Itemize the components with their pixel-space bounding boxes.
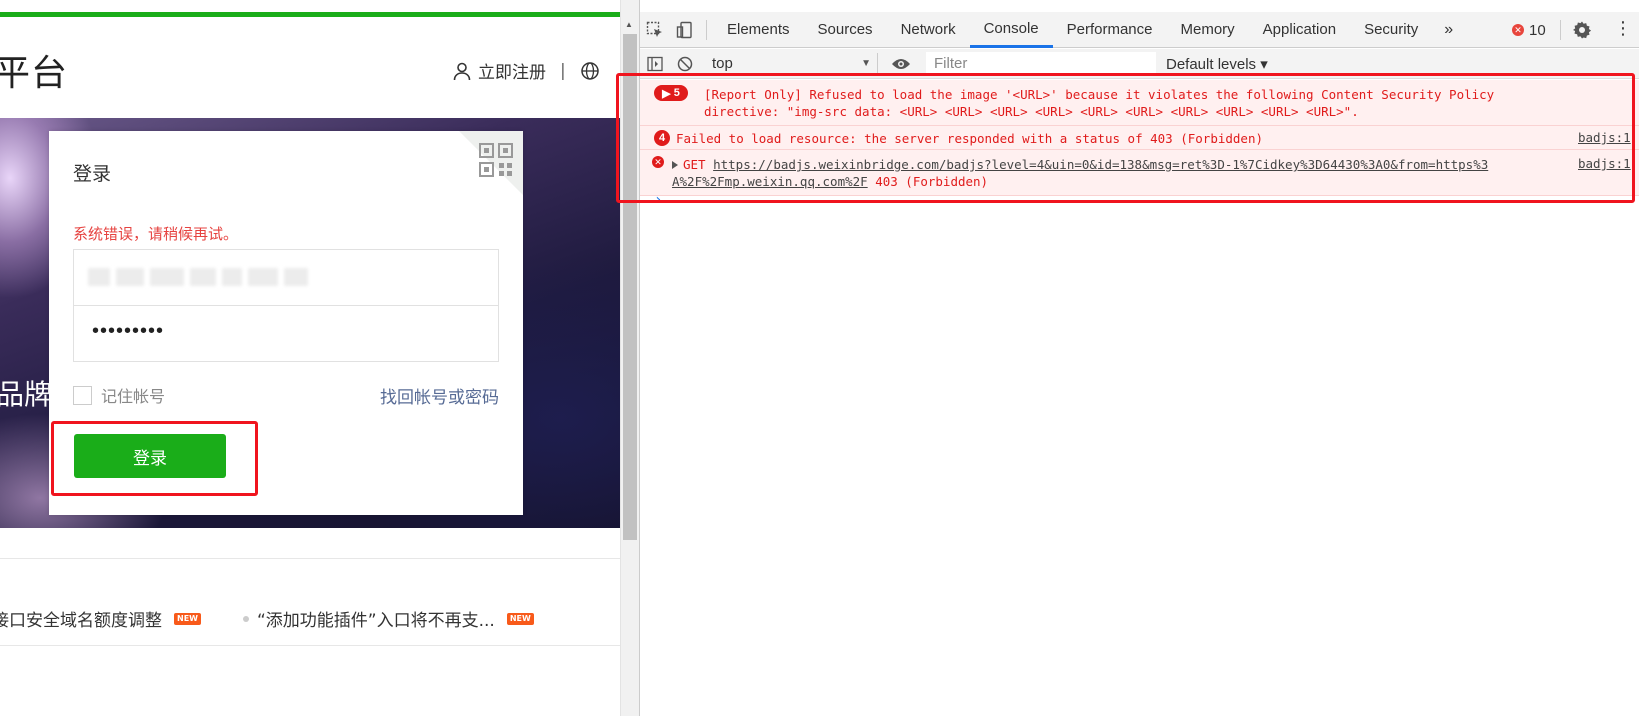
site-title: 平台 bbox=[0, 53, 69, 94]
login-title: 登录 bbox=[73, 163, 112, 185]
toolbar-separator bbox=[1560, 20, 1561, 40]
tab-performance[interactable]: Performance bbox=[1053, 12, 1167, 48]
web-page: 平台 立即注册 | 品牌 登录 系统错误，请稍候再试。 ••••••••• 记住… bbox=[0, 0, 620, 716]
bullet-dot bbox=[242, 615, 249, 622]
remember-account[interactable]: 记住帐号 bbox=[73, 383, 165, 407]
news-item[interactable]: 接口安全域名额度调整 NEW bbox=[0, 606, 201, 631]
login-error-message: 系统错误，请稍候再试。 bbox=[73, 225, 239, 243]
news-bar: 接口安全域名额度调整 NEW “添加功能插件”入口将不再支... NEW bbox=[0, 606, 534, 631]
news-item[interactable]: “添加功能插件”入口将不再支... NEW bbox=[257, 606, 534, 631]
error-counter[interactable]: ✕ 10 bbox=[1512, 12, 1546, 48]
globe-icon[interactable] bbox=[580, 61, 600, 81]
scroll-up-arrow-icon[interactable]: ▲ bbox=[625, 20, 633, 29]
error-count: 10 bbox=[1529, 21, 1546, 39]
news-item-text[interactable]: “添加功能插件”入口将不再支... bbox=[257, 606, 495, 631]
password-value: ••••••••• bbox=[92, 320, 165, 342]
error-icon: ✕ bbox=[1512, 24, 1524, 36]
highlight-box-login-button bbox=[51, 421, 258, 496]
inspect-element-icon[interactable] bbox=[640, 12, 670, 48]
divider bbox=[0, 645, 620, 646]
toolbar-separator bbox=[706, 19, 707, 40]
register-link[interactable]: 立即注册 bbox=[478, 58, 546, 83]
account-field[interactable] bbox=[73, 249, 499, 306]
new-badge: NEW bbox=[506, 612, 534, 625]
password-field[interactable]: ••••••••• bbox=[73, 305, 499, 362]
kebab-menu-icon[interactable]: ⋮ bbox=[1614, 18, 1632, 39]
screen: 平台 立即注册 | 品牌 登录 系统错误，请稍候再试。 ••••••••• 记住… bbox=[0, 0, 1639, 716]
news-item-text[interactable]: 接口安全域名额度调整 bbox=[0, 606, 162, 631]
settings-gear-icon[interactable] bbox=[1572, 20, 1592, 45]
tab-sources[interactable]: Sources bbox=[804, 12, 887, 48]
devtools-tabbar: Elements Sources Network Console Perform… bbox=[640, 12, 1639, 48]
top-accent-bar bbox=[0, 12, 620, 17]
blurred-account-value bbox=[88, 268, 308, 286]
tab-memory[interactable]: Memory bbox=[1167, 12, 1249, 48]
header-links: 立即注册 | bbox=[452, 58, 600, 83]
tab-network[interactable]: Network bbox=[887, 12, 970, 48]
highlight-box-console-errors bbox=[616, 73, 1635, 203]
console-filter-input[interactable]: Filter bbox=[926, 51, 1156, 76]
banner-text: 品牌 bbox=[0, 378, 53, 411]
header-separator: | bbox=[560, 60, 566, 81]
qr-code-icon[interactable] bbox=[479, 143, 513, 182]
more-tabs-button[interactable]: » bbox=[1432, 21, 1465, 39]
tab-elements[interactable]: Elements bbox=[713, 12, 804, 48]
remember-checkbox[interactable] bbox=[73, 385, 92, 405]
chevron-down-icon: ▼ bbox=[861, 58, 871, 69]
divider bbox=[0, 558, 620, 559]
tab-application[interactable]: Application bbox=[1249, 12, 1350, 48]
tab-security[interactable]: Security bbox=[1350, 12, 1432, 48]
log-levels-dropdown[interactable]: Default levels ▾ bbox=[1166, 55, 1268, 73]
new-badge: NEW bbox=[174, 612, 201, 625]
context-selector[interactable]: top ▼ bbox=[700, 52, 878, 75]
forgot-password-link[interactable]: 找回帐号或密码 bbox=[380, 383, 499, 408]
tab-console[interactable]: Console bbox=[969, 12, 1053, 48]
context-value: top bbox=[712, 55, 733, 72]
remember-label: 记住帐号 bbox=[101, 387, 166, 406]
device-toolbar-icon[interactable] bbox=[670, 12, 700, 48]
user-icon bbox=[452, 61, 472, 81]
